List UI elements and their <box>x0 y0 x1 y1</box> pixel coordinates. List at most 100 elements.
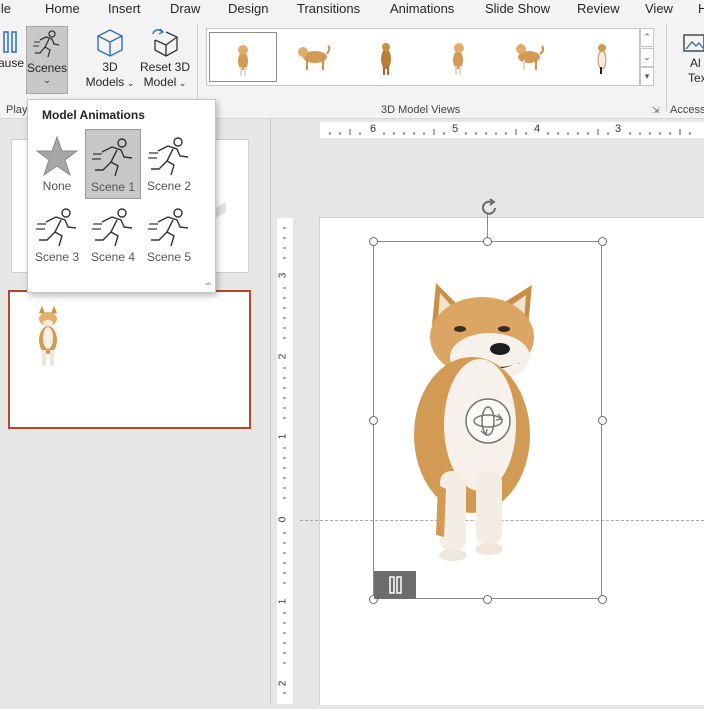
slide-thumbnail-2-selected[interactable] <box>8 290 251 429</box>
ruler-label: 2 <box>277 353 289 360</box>
animation-option-scene-1[interactable]: Scene 1 <box>85 129 141 199</box>
tab-animations[interactable]: Animations <box>390 0 454 18</box>
dog-thumbnail-image <box>39 306 57 366</box>
reset-3d-model-button[interactable]: Reset 3D Model ⌄ <box>138 28 192 91</box>
horizontal-ruler-ticks <box>329 129 691 135</box>
group-label-3d-model-views: 3D Model Views <box>381 104 461 116</box>
animation-option-label: Scene 3 <box>34 250 80 264</box>
ruler-label: 1 <box>277 433 289 440</box>
view-option-2[interactable] <box>281 32 349 82</box>
3d-models-button[interactable]: 3D Models ⌄ <box>82 28 138 91</box>
view-option-6[interactable] <box>569 32 637 82</box>
dog-side-alt-thumbnail <box>516 44 545 70</box>
3d-models-label-1: 3D <box>102 60 118 74</box>
reset-3d-label-1: Reset 3D <box>139 60 191 74</box>
star-icon <box>35 135 79 177</box>
dog-front-3q-thumbnail <box>453 43 464 75</box>
ruler-label: 6 <box>370 123 377 135</box>
animation-option-none[interactable]: None <box>29 129 85 199</box>
animation-option-scene-5[interactable]: Scene 5 <box>141 200 197 270</box>
gallery-scroll-up[interactable]: ⌃ <box>640 28 654 47</box>
ribbon-tabs: ile Home Insert Draw Design Transitions … <box>0 0 704 20</box>
reset-3d-label-2: Model <box>143 75 177 89</box>
dog-back-thumbnail <box>381 43 391 75</box>
tab-design[interactable]: Design <box>228 0 268 18</box>
ruler-label: 1 <box>277 598 289 605</box>
pause-label: ause <box>0 56 25 70</box>
tab-review[interactable]: Review <box>577 0 620 18</box>
3d-models-label-2: Models <box>85 75 125 89</box>
tab-draw[interactable]: Draw <box>170 0 200 18</box>
selection-frame <box>373 241 602 599</box>
ruler-label: 2 <box>277 680 289 687</box>
running-person-icon <box>92 208 133 247</box>
resize-handle-bottom[interactable] <box>483 595 492 604</box>
tab-help[interactable]: H <box>698 0 704 18</box>
chevron-down-icon: ⌄ <box>176 78 187 88</box>
running-person-icon <box>148 137 189 176</box>
resize-handle-left[interactable] <box>369 416 378 425</box>
view-option-1[interactable] <box>209 32 277 82</box>
vertical-ruler-ticks <box>283 227 286 694</box>
group-label-play: Play <box>6 104 28 116</box>
dialog-launcher-icon[interactable]: ⇲ <box>652 105 660 116</box>
animation-option-label: None <box>42 179 72 193</box>
ruler-label: 3 <box>615 123 622 135</box>
tab-slide-show[interactable]: Slide Show <box>485 0 550 18</box>
tab-transitions[interactable]: Transitions <box>297 0 360 18</box>
resize-handle-top-right[interactable] <box>598 237 607 246</box>
ruler-label: 0 <box>277 516 289 523</box>
alt-text-icon <box>683 34 704 52</box>
animation-option-label: Scene 4 <box>90 250 136 264</box>
pause-ribbon-button[interactable]: ause <box>0 30 25 71</box>
cube-icon <box>97 29 123 57</box>
animation-option-scene-3[interactable]: Scene 3 <box>29 200 85 270</box>
chevron-down-icon: ⌄ <box>43 75 51 85</box>
running-person-icon <box>92 138 133 177</box>
animation-option-label: Scene 2 <box>146 179 192 193</box>
scenes-label: Scenes <box>27 61 68 75</box>
dog-front-thumbnail <box>238 45 248 76</box>
running-person-icon <box>33 30 60 58</box>
tab-insert[interactable]: Insert <box>108 0 141 18</box>
animation-option-scene-2[interactable]: Scene 2 <box>141 129 197 199</box>
pause-icon <box>389 576 402 594</box>
alt-text-label-2: Tex <box>688 71 704 85</box>
rotate-icon[interactable] <box>478 197 500 219</box>
animation-option-scene-4[interactable]: Scene 4 <box>85 200 141 270</box>
alt-text-button[interactable]: Al Tex <box>682 32 704 86</box>
scenes-button[interactable]: Scenes ⌄ <box>26 26 68 94</box>
ruler-label: 3 <box>277 272 289 279</box>
tab-home[interactable]: Home <box>45 0 80 18</box>
tab-view[interactable]: View <box>645 0 673 18</box>
resize-handle-bottom-right[interactable] <box>598 595 607 604</box>
resize-handle-right[interactable] <box>598 416 607 425</box>
resize-handle-top[interactable] <box>483 237 492 246</box>
model-animations-dropdown: Model Animations None Scene 1 Scene 2 Sc… <box>27 99 216 293</box>
dropdown-title: Model Animations <box>42 108 145 122</box>
reset-cube-icon <box>152 28 178 57</box>
3d-model-views-gallery <box>206 28 640 86</box>
pause-icon <box>3 31 17 53</box>
vertical-ruler: 3 2 1 0 1 2 <box>277 218 293 704</box>
dog-top-thumbnail <box>597 44 607 74</box>
gallery-more[interactable]: ▾ <box>640 67 654 86</box>
view-option-5[interactable] <box>497 32 565 82</box>
alt-text-label-1: Al <box>690 56 701 70</box>
dog-side-thumbnail <box>298 45 331 70</box>
running-person-icon <box>36 208 77 247</box>
resize-handle-top-left[interactable] <box>369 237 378 246</box>
animation-pause-button[interactable] <box>374 571 416 599</box>
view-option-3[interactable] <box>353 32 421 82</box>
tab-file[interactable]: ile <box>0 0 11 18</box>
group-label-accessibility: Accessi <box>670 104 704 116</box>
horizontal-ruler: 6 5 4 3 <box>320 122 704 138</box>
ruler-label: 5 <box>452 123 459 135</box>
view-option-4[interactable] <box>425 32 493 82</box>
ribbon-separator <box>666 24 667 112</box>
animation-option-label: Scene 5 <box>146 250 192 264</box>
gallery-scroll-down[interactable]: ⌄ <box>640 48 654 67</box>
ruler-label: 4 <box>534 123 541 135</box>
resize-grip-icon[interactable]: ∸ <box>204 279 212 290</box>
animation-option-label: Scene 1 <box>90 180 136 194</box>
